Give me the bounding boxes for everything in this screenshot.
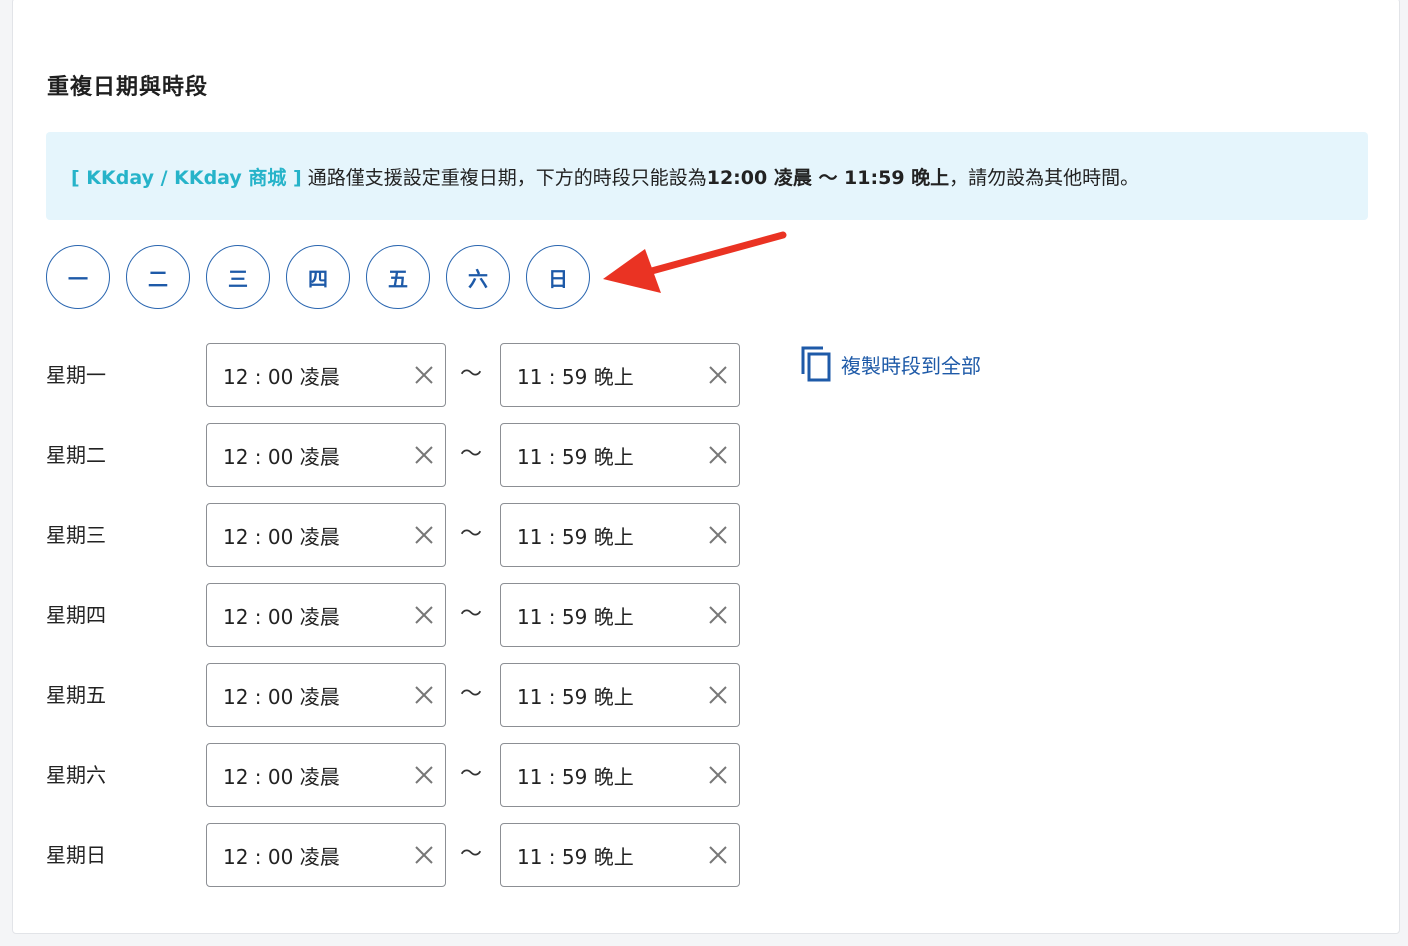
day-button-fri[interactable]: 五	[366, 245, 430, 309]
clear-icon[interactable]	[707, 364, 729, 386]
range-separator: 〜	[460, 442, 483, 467]
end-time-value: 11 : 59 晚上	[517, 764, 634, 789]
range-separator: 〜	[460, 362, 483, 387]
notice-banner: [ KKday / KKday 商城 ] 通路僅支援設定重複日期，下方的時段只能…	[46, 132, 1368, 220]
schedule-row-thu: 星期四 12 : 00 凌晨 〜 11 : 59 晚上	[46, 583, 786, 647]
row-label: 星期一	[46, 363, 106, 387]
clear-icon[interactable]	[413, 364, 435, 386]
schedule-rows: 星期一 12 : 00 凌晨 〜 11 : 59 晚上 星期二 12 : 00 …	[46, 343, 786, 903]
clear-icon[interactable]	[707, 604, 729, 626]
schedule-row-sat: 星期六 12 : 00 凌晨 〜 11 : 59 晚上	[46, 743, 786, 807]
range-separator: 〜	[460, 602, 483, 627]
clear-icon[interactable]	[413, 844, 435, 866]
end-time-value: 11 : 59 晚上	[517, 604, 634, 629]
row-label: 星期五	[46, 683, 106, 707]
start-time-input[interactable]: 12 : 00 凌晨	[206, 743, 446, 807]
start-time-input[interactable]: 12 : 00 凌晨	[206, 823, 446, 887]
clear-icon[interactable]	[413, 444, 435, 466]
clear-icon[interactable]	[413, 684, 435, 706]
start-time-value: 12 : 00 凌晨	[223, 684, 340, 709]
notice-tag: [ KKday / KKday 商城 ]	[71, 166, 302, 189]
end-time-input[interactable]: 11 : 59 晚上	[500, 663, 740, 727]
end-time-value: 11 : 59 晚上	[517, 684, 634, 709]
start-time-input[interactable]: 12 : 00 凌晨	[206, 343, 446, 407]
day-button-tue[interactable]: 二	[126, 245, 190, 309]
end-time-input[interactable]: 11 : 59 晚上	[500, 583, 740, 647]
end-time-value: 11 : 59 晚上	[517, 364, 634, 389]
copy-to-all-label: 複製時段到全部	[841, 353, 981, 378]
clear-icon[interactable]	[707, 444, 729, 466]
end-time-input[interactable]: 11 : 59 晚上	[500, 823, 740, 887]
clear-icon[interactable]	[707, 684, 729, 706]
end-time-value: 11 : 59 晚上	[517, 524, 634, 549]
start-time-input[interactable]: 12 : 00 凌晨	[206, 663, 446, 727]
copy-icon	[801, 346, 831, 382]
copy-to-all-link[interactable]: 複製時段到全部	[799, 345, 981, 383]
clear-icon[interactable]	[707, 524, 729, 546]
day-button-sun[interactable]: 日	[526, 245, 590, 309]
row-label: 星期二	[46, 443, 106, 467]
clear-icon[interactable]	[413, 604, 435, 626]
end-time-input[interactable]: 11 : 59 晚上	[500, 423, 740, 487]
end-time-input[interactable]: 11 : 59 晚上	[500, 503, 740, 567]
range-separator: 〜	[460, 682, 483, 707]
section-title: 重複日期與時段	[47, 75, 209, 100]
range-separator: 〜	[460, 762, 483, 787]
day-button-thu[interactable]: 四	[286, 245, 350, 309]
schedule-card: 重複日期與時段 [ KKday / KKday 商城 ] 通路僅支援設定重複日期…	[12, 0, 1400, 934]
start-time-value: 12 : 00 凌晨	[223, 604, 340, 629]
clear-icon[interactable]	[707, 764, 729, 786]
start-time-value: 12 : 00 凌晨	[223, 364, 340, 389]
row-label: 星期六	[46, 763, 106, 787]
start-time-value: 12 : 00 凌晨	[223, 764, 340, 789]
day-button-sat[interactable]: 六	[446, 245, 510, 309]
day-button-wed[interactable]: 三	[206, 245, 270, 309]
row-label: 星期三	[46, 523, 106, 547]
row-label: 星期日	[46, 843, 106, 867]
start-time-value: 12 : 00 凌晨	[223, 444, 340, 469]
range-separator: 〜	[460, 842, 483, 867]
clear-icon[interactable]	[413, 524, 435, 546]
schedule-row-mon: 星期一 12 : 00 凌晨 〜 11 : 59 晚上	[46, 343, 786, 407]
notice-text-after: ，請勿設為其他時間。	[949, 166, 1140, 189]
range-separator: 〜	[460, 522, 483, 547]
schedule-row-tue: 星期二 12 : 00 凌晨 〜 11 : 59 晚上	[46, 423, 786, 487]
end-time-value: 11 : 59 晚上	[517, 844, 634, 869]
clear-icon[interactable]	[413, 764, 435, 786]
notice-bold-range: 12:00 凌晨 〜 11:59 晚上	[706, 166, 950, 189]
start-time-value: 12 : 00 凌晨	[223, 524, 340, 549]
weekday-toggle-group: 一 二 三 四 五 六 日	[46, 245, 590, 309]
start-time-input[interactable]: 12 : 00 凌晨	[206, 423, 446, 487]
row-label: 星期四	[46, 603, 106, 627]
end-time-value: 11 : 59 晚上	[517, 444, 634, 469]
end-time-input[interactable]: 11 : 59 晚上	[500, 743, 740, 807]
start-time-value: 12 : 00 凌晨	[223, 844, 340, 869]
schedule-row-wed: 星期三 12 : 00 凌晨 〜 11 : 59 晚上	[46, 503, 786, 567]
start-time-input[interactable]: 12 : 00 凌晨	[206, 503, 446, 567]
clear-icon[interactable]	[707, 844, 729, 866]
schedule-row-fri: 星期五 12 : 00 凌晨 〜 11 : 59 晚上	[46, 663, 786, 727]
schedule-row-sun: 星期日 12 : 00 凌晨 〜 11 : 59 晚上	[46, 823, 786, 887]
notice-text-before: 通路僅支援設定重複日期，下方的時段只能設為	[307, 166, 707, 189]
start-time-input[interactable]: 12 : 00 凌晨	[206, 583, 446, 647]
day-button-mon[interactable]: 一	[46, 245, 110, 309]
end-time-input[interactable]: 11 : 59 晚上	[500, 343, 740, 407]
annotation-arrow-icon	[603, 231, 787, 293]
